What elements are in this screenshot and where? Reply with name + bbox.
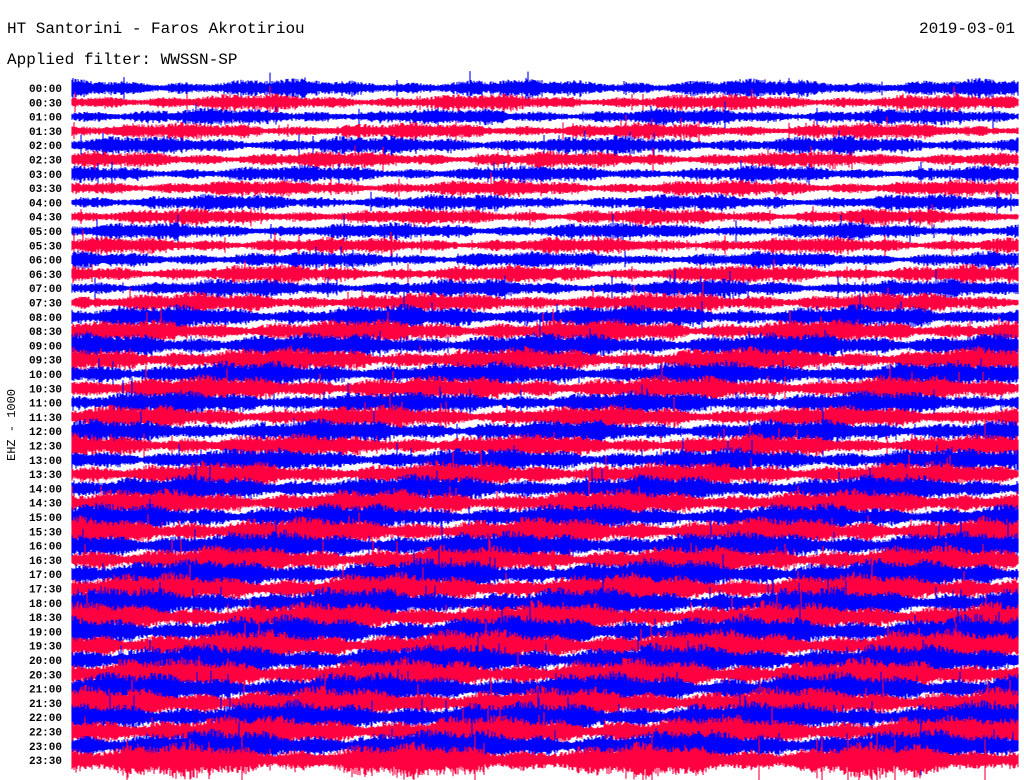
time-tick-label: 12:00 [29, 427, 62, 439]
time-tick-label: 15:00 [29, 513, 62, 525]
time-tick-label: 15:30 [29, 527, 62, 539]
time-tick-label: 19:00 [29, 627, 62, 639]
time-tick-label: 13:00 [29, 456, 62, 468]
time-tick-label: 02:30 [29, 156, 62, 168]
time-tick-label: 08:30 [29, 327, 62, 339]
time-tick-label: 14:30 [29, 499, 62, 511]
time-tick-label: 00:30 [29, 98, 62, 110]
time-tick-label: 07:00 [29, 284, 62, 296]
time-tick-label: 21:00 [29, 685, 62, 697]
time-tick-label: 02:00 [29, 141, 62, 153]
time-tick-label: 14:00 [29, 484, 62, 496]
time-tick-label: 16:00 [29, 542, 62, 554]
time-tick-label: 04:00 [29, 198, 62, 210]
time-tick-label: 23:00 [29, 742, 62, 754]
time-tick-label: 05:30 [29, 241, 62, 253]
time-tick-label: 00:00 [29, 84, 62, 96]
time-tick-label: 17:00 [29, 570, 62, 582]
time-tick-label: 03:30 [29, 184, 62, 196]
time-tick-label: 10:00 [29, 370, 62, 382]
time-tick-label: 03:00 [29, 170, 62, 182]
time-tick-label: 12:30 [29, 442, 62, 454]
time-tick-label: 17:30 [29, 585, 62, 597]
time-tick-label: 20:00 [29, 656, 62, 668]
time-tick-label: 16:30 [29, 556, 62, 568]
time-tick-label: 21:30 [29, 699, 62, 711]
time-tick-label: 06:30 [29, 270, 62, 282]
time-tick-label: 11:30 [29, 413, 62, 425]
time-tick-label: 23:30 [29, 756, 62, 768]
time-tick-label: 06:00 [29, 256, 62, 268]
helicorder-plot: 00:00 00:30 01:00 01:30 02:00 02:30 03:00 03:30… [29, 71, 1019, 780]
time-tick-label: 09:00 [29, 341, 62, 353]
time-tick-label: 13:30 [29, 470, 62, 482]
time-tick-label: 01:00 [29, 113, 62, 125]
time-tick-label: 11:00 [29, 399, 62, 411]
time-tick-label: 18:30 [29, 613, 62, 625]
time-tick-label: 07:30 [29, 299, 62, 311]
time-tick-label: 08:00 [29, 313, 62, 325]
time-tick-label: 18:00 [29, 599, 62, 611]
time-tick-label: 19:30 [29, 642, 62, 654]
time-tick-label: 22:30 [29, 728, 62, 740]
time-tick-label: 22:00 [29, 713, 62, 725]
time-tick-label: 01:30 [29, 127, 62, 139]
time-tick-label: 04:30 [29, 213, 62, 225]
time-tick-label: 10:30 [29, 384, 62, 396]
time-tick-label: 09:30 [29, 356, 62, 368]
time-tick-label: 20:30 [29, 670, 62, 682]
time-tick-label: 05:00 [29, 227, 62, 239]
